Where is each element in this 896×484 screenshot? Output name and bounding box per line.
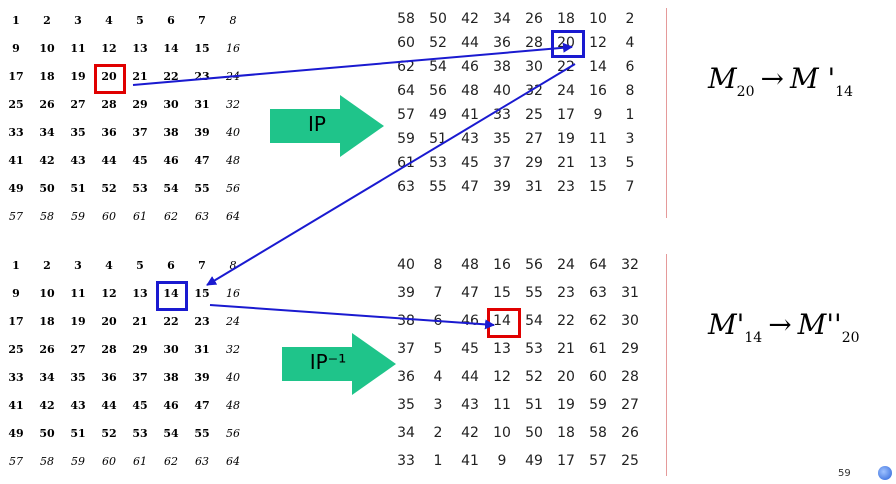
connector-ip-to-14 xyxy=(206,63,576,286)
formula-bottom: M'14 → M''20 xyxy=(708,308,860,346)
slide-logo-dot xyxy=(878,466,892,480)
page-number: 59 xyxy=(838,468,851,479)
connector-14-to-ip-inverse xyxy=(209,304,495,330)
connector-20-to-ip xyxy=(132,42,573,86)
formula-top: M20 → M '14 xyxy=(708,62,854,100)
